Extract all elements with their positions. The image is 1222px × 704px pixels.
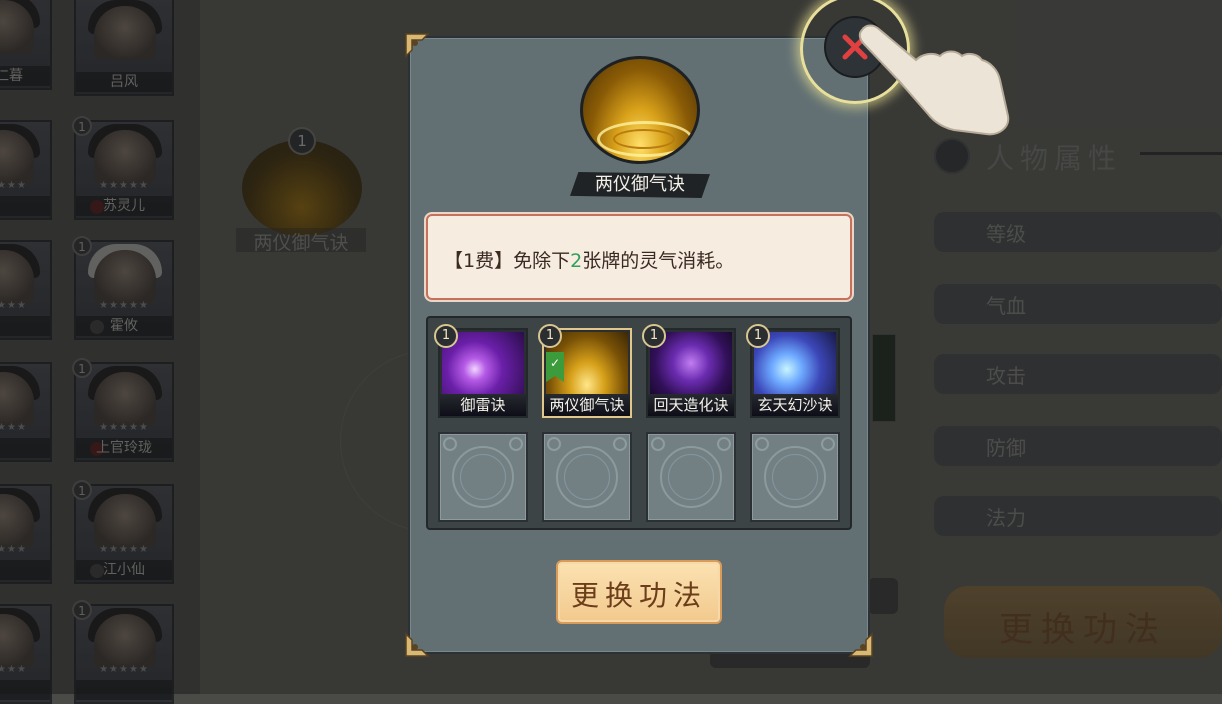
- description-prefix: 【1费】免除下: [444, 250, 571, 272]
- technique-card-label: 御雷诀: [440, 394, 526, 416]
- technique-card-label: 玄天幻沙诀: [752, 394, 838, 416]
- corner-ornament-icon: [404, 630, 432, 658]
- technique-card-label: 两仪御气诀: [544, 394, 630, 416]
- cost-badge: 1: [642, 324, 666, 348]
- swirl-ornament-icon: [717, 437, 731, 451]
- swirl-ornament-icon: [509, 437, 523, 451]
- technique-card-label: 回天造化诀: [648, 394, 734, 416]
- swirl-ornament-icon: [755, 437, 769, 451]
- empty-card-slot[interactable]: [542, 432, 632, 522]
- technique-modal: 两仪御气诀 【1费】免除下2张牌的灵气消耗。 御雷诀 1 两仪御气诀 1 ✓ 回…: [405, 33, 873, 657]
- technique-card[interactable]: 回天造化诀 1: [642, 324, 736, 418]
- description-suffix: 张牌的灵气消耗。: [582, 250, 735, 272]
- technique-card-selected[interactable]: 两仪御气诀 1 ✓: [538, 324, 632, 418]
- skill-description: 【1费】免除下2张牌的灵气消耗。: [444, 246, 734, 273]
- button-label: 更换功法: [570, 579, 707, 612]
- skill-description-box: 【1费】免除下2张牌的灵气消耗。: [426, 214, 852, 300]
- tutorial-hand-icon: [858, 20, 1028, 140]
- technique-card[interactable]: 玄天幻沙诀 1: [746, 324, 840, 418]
- cost-badge: 1: [746, 324, 770, 348]
- corner-ornament-icon: [404, 32, 432, 60]
- cost-badge: 1: [434, 324, 458, 348]
- technique-card[interactable]: 御雷诀 1: [434, 324, 528, 418]
- swirl-ornament-icon: [613, 437, 627, 451]
- empty-card-slot[interactable]: [438, 432, 528, 522]
- skill-art-icon: [580, 56, 700, 164]
- empty-card-slot[interactable]: [646, 432, 736, 522]
- technique-deck: 御雷诀 1 两仪御气诀 1 ✓ 回天造化诀 1 玄天幻沙诀 1: [426, 316, 852, 530]
- cost-badge: 1: [538, 324, 562, 348]
- skill-title: 两仪御气诀: [570, 172, 710, 198]
- change-technique-button[interactable]: 更换功法: [556, 560, 722, 624]
- swirl-ornament-icon: [821, 437, 835, 451]
- swirl-ornament-icon: [651, 437, 665, 451]
- corner-ornament-icon: [846, 630, 874, 658]
- empty-card-slot[interactable]: [750, 432, 840, 522]
- description-highlight: 2: [570, 250, 583, 272]
- swirl-ornament-icon: [443, 437, 457, 451]
- swirl-ornament-icon: [547, 437, 561, 451]
